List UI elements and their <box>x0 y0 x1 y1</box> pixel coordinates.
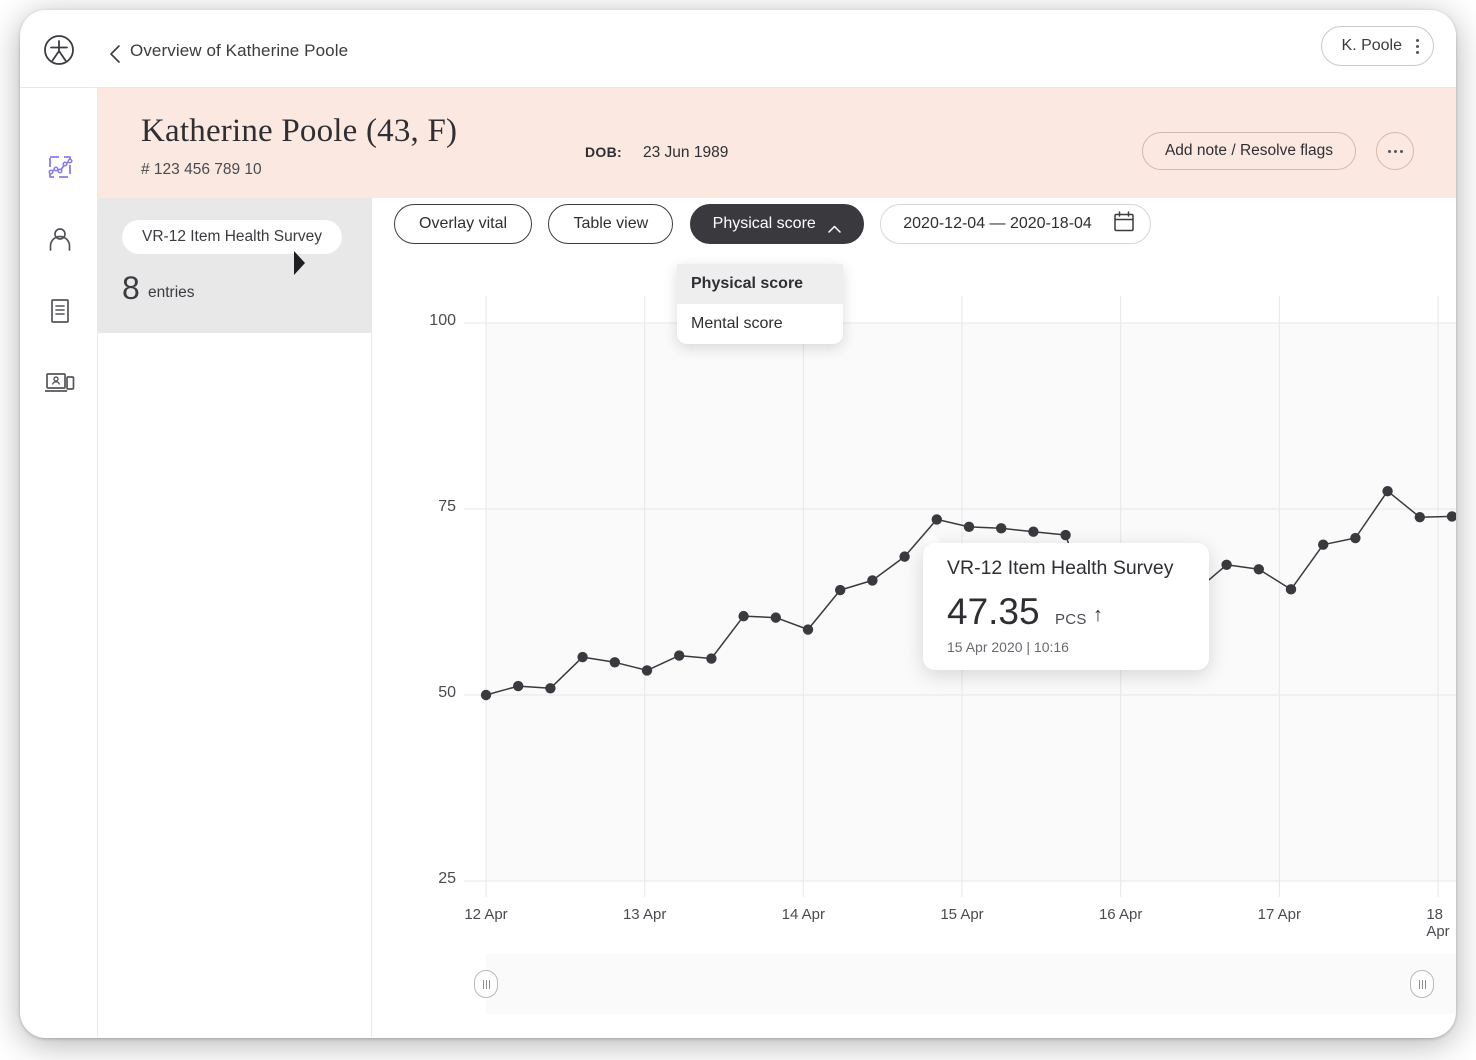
document-icon <box>46 297 74 330</box>
chevron-up-icon <box>828 220 841 233</box>
tooltip-pointer <box>923 529 941 544</box>
data-point <box>1318 539 1329 550</box>
overlay-vital-button[interactable]: Overlay vital <box>394 204 533 244</box>
sidebar-item-records[interactable] <box>43 296 77 330</box>
data-point <box>1414 511 1425 523</box>
entries-count: 8 <box>122 270 140 306</box>
data-point <box>577 651 588 663</box>
data-point <box>1028 526 1039 537</box>
table-view-button[interactable]: Table view <box>548 204 674 244</box>
data-point <box>931 514 942 525</box>
sidebar-item-charts[interactable] <box>43 153 77 187</box>
data-point-tooltip: VR-12 Item Health Survey 47.35 PCS ↑ 15 … <box>923 543 1209 670</box>
x-axis-tick-label: 12 Apr <box>464 906 508 923</box>
survey-list-panel: VR-12 Item Health Survey 8 entries <box>98 198 372 1038</box>
data-point <box>1382 485 1393 497</box>
data-point <box>545 683 556 694</box>
tooltip-title: VR-12 Item Health Survey <box>947 557 1174 579</box>
data-point <box>963 521 975 533</box>
data-point <box>1253 564 1264 575</box>
app-window: Overview of Katherine Poole K. Poole Kat… <box>20 10 1456 1038</box>
chevron-left-icon[interactable] <box>108 44 122 63</box>
data-point <box>867 575 878 586</box>
tooltip-unit: PCS <box>1055 611 1087 628</box>
kebab-vertical-icon[interactable] <box>1416 38 1419 54</box>
calendar-icon <box>1114 211 1134 237</box>
data-point <box>1350 532 1361 544</box>
chart-range-brush[interactable] <box>486 954 1456 1014</box>
telehealth-monitor-icon <box>44 369 75 402</box>
sidebar-item-telehealth[interactable] <box>43 368 77 402</box>
patient-more-button[interactable] <box>1376 132 1414 170</box>
data-point <box>513 680 524 692</box>
data-point <box>770 612 781 623</box>
user-menu-button[interactable]: K. Poole <box>1320 26 1434 66</box>
tooltip-value: 47.35 <box>947 591 1040 632</box>
selected-indicator-arrow <box>294 251 305 275</box>
x-axis-tick-label: 18 Apr <box>1426 906 1450 940</box>
x-axis-tick-label: 14 Apr <box>781 906 826 923</box>
x-axis-tick-label: 16 Apr <box>1098 906 1143 923</box>
add-note-button[interactable]: Add note / Resolve flags <box>1141 132 1356 170</box>
survey-chip[interactable]: VR-12 Item Health Survey <box>122 220 343 254</box>
breadcrumb[interactable]: Overview of Katherine Poole <box>130 41 348 61</box>
entries-label: entries <box>148 284 195 301</box>
chart-trend-icon <box>46 154 74 187</box>
patient-banner: Katherine Poole (43, F) # 123 456 789 10… <box>98 88 1456 198</box>
arrow-up-icon: ↑ <box>1093 604 1103 626</box>
data-point <box>674 650 685 661</box>
clinic-logo-icon <box>43 34 75 66</box>
person-icon <box>46 225 74 258</box>
sidebar-rail <box>20 88 98 1038</box>
date-range-picker[interactable]: 2020-12-04 — 2020-18-04 <box>880 204 1151 244</box>
dob-value: 23 Jun 1989 <box>643 144 729 161</box>
score-selector-label: Physical score <box>712 215 816 232</box>
brush-handle-right[interactable] <box>1410 970 1434 998</box>
user-name-label: K. Poole <box>1341 37 1402 54</box>
data-point <box>738 610 749 622</box>
y-axis-tick-label: 100 <box>429 312 456 329</box>
y-axis-tick-label: 25 <box>438 870 456 887</box>
dropdown-option-mental[interactable]: Mental score <box>677 304 843 344</box>
dob-label: DOB: <box>585 144 622 160</box>
sidebar-item-patients[interactable] <box>43 224 77 258</box>
data-point <box>835 584 846 596</box>
date-range-label: 2020-12-04 — 2020-18-04 <box>903 215 1092 232</box>
data-point <box>802 624 814 635</box>
data-point <box>996 523 1007 534</box>
data-point <box>480 689 492 701</box>
chart-toolbar: Overlay vital Table view Physical score … <box>394 204 1151 244</box>
y-axis-tick-label: 75 <box>438 498 456 515</box>
data-point <box>609 657 620 668</box>
brush-handle-left[interactable] <box>474 970 498 998</box>
score-selector-dropdown: Physical score Mental score <box>677 264 843 344</box>
data-point <box>899 551 910 562</box>
data-point <box>1060 529 1071 541</box>
x-axis-tick-label: 15 Apr <box>940 906 984 923</box>
tooltip-datetime: 15 Apr 2020 | 10:16 <box>947 639 1069 655</box>
data-point <box>1285 584 1297 595</box>
score-selector-button[interactable]: Physical score <box>689 204 864 244</box>
page-title: Katherine Poole (43, F) <box>141 113 458 149</box>
x-axis-tick-label: 17 Apr <box>1257 906 1302 923</box>
x-axis-tick-label: 13 Apr <box>622 906 667 923</box>
y-axis-tick-label: 50 <box>438 684 456 701</box>
dropdown-option-physical[interactable]: Physical score <box>677 264 843 304</box>
data-point <box>706 653 717 664</box>
data-point <box>641 665 653 676</box>
data-point <box>1221 559 1232 570</box>
patient-id: # 123 456 789 10 <box>141 161 262 178</box>
survey-list-item-selected[interactable]: VR-12 Item Health Survey 8 entries <box>98 198 372 333</box>
top-bar: Overview of Katherine Poole K. Poole <box>20 10 1456 88</box>
